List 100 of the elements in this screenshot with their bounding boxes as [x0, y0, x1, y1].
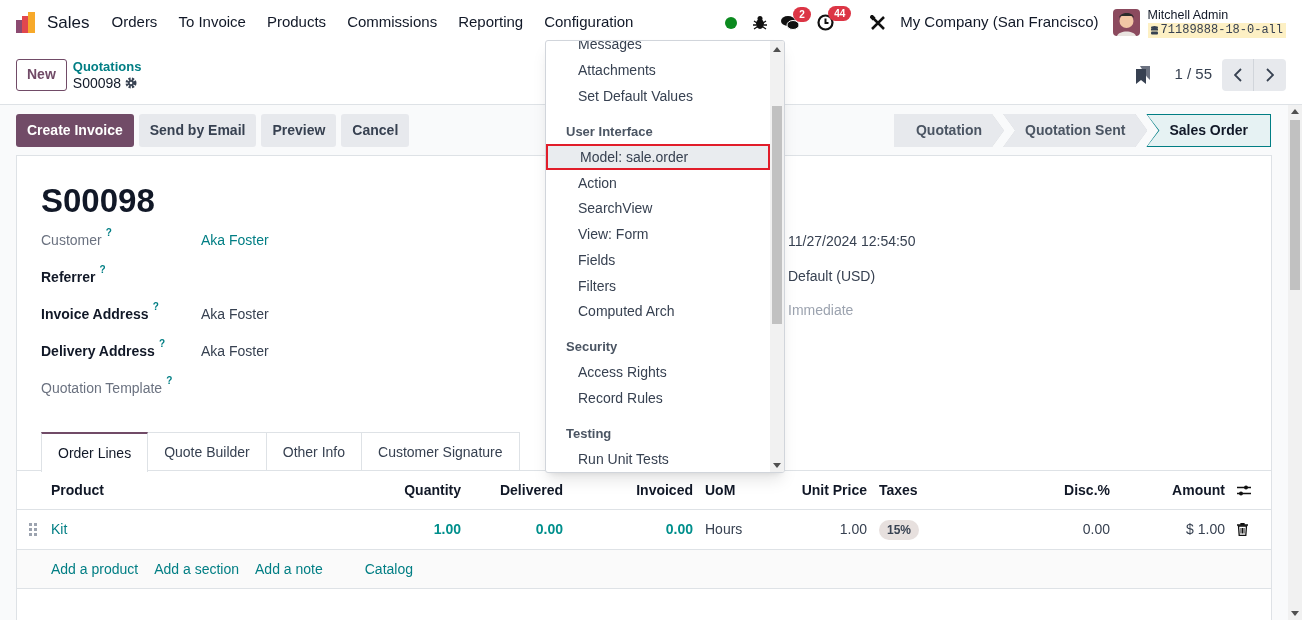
notebook-tab[interactable]: Other Info	[266, 432, 363, 471]
app-logo-icon[interactable]	[15, 11, 37, 34]
app-name[interactable]: Sales	[47, 9, 90, 36]
menu-item[interactable]: Reporting	[458, 11, 524, 34]
user-name[interactable]: Mitchell Admin	[1147, 7, 1286, 23]
field-label: Delivery Address	[41, 342, 155, 361]
column-header[interactable]: Disc.%	[1064, 481, 1110, 498]
column-header[interactable]: UoM	[705, 481, 736, 498]
menu-item[interactable]: To Invoice	[178, 11, 246, 34]
pager-value[interactable]: 1 / 55	[1174, 63, 1212, 86]
menu-scrollbar[interactable]	[770, 41, 784, 472]
menu-item[interactable]: Configuration	[544, 11, 634, 34]
help-icon[interactable]: ?	[99, 264, 106, 276]
menu-item[interactable]: Record Rules	[546, 385, 770, 412]
status-step[interactable]: Quotation	[893, 114, 1005, 147]
menu-section-header: User Interface	[565, 122, 654, 141]
status-step[interactable]: Sales Order	[1146, 114, 1271, 147]
table-cell-text: 1.00	[839, 520, 867, 539]
next-button[interactable]	[1254, 58, 1286, 91]
column-header[interactable]: Invoiced	[636, 481, 693, 498]
help-icon[interactable]: ?	[158, 338, 165, 350]
bug-icon[interactable]	[753, 15, 768, 30]
table-cell-text: 0.00	[1082, 520, 1110, 539]
help-icon[interactable]: ?	[105, 227, 112, 239]
field-label: Customer	[41, 231, 102, 250]
menu-item[interactable]: Action	[546, 170, 770, 196]
menu-item[interactable]: Filters	[546, 273, 770, 300]
help-icon[interactable]: ?	[152, 301, 159, 313]
notebook-tab[interactable]: Customer Signature	[362, 432, 520, 471]
bookmark-icon[interactable]	[1136, 65, 1151, 84]
previous-button[interactable]	[1222, 58, 1254, 91]
status-step[interactable]: Quotation Sent	[1003, 114, 1148, 147]
add-line-link[interactable]: Add a section	[154, 558, 239, 580]
menu-item[interactable]: View: Form	[546, 221, 770, 248]
record-title: S00098	[41, 181, 155, 221]
column-header[interactable]: Product	[51, 481, 104, 498]
add-line-link[interactable]: Catalog	[364, 558, 413, 580]
table-cell-text: 0.00	[665, 520, 693, 539]
menu-section-header: Testing	[565, 424, 613, 443]
column-header[interactable]: Unit Price	[801, 481, 867, 498]
customer-link[interactable]: Aka Foster	[201, 230, 269, 251]
notebook-tab[interactable]: Quote Builder	[148, 432, 267, 471]
avatar-icon[interactable]	[1112, 9, 1140, 36]
table-cell-text: Hours	[705, 520, 743, 539]
column-header[interactable]: Quantity	[404, 481, 461, 498]
menu-section-header: Security	[565, 338, 619, 357]
clock-icon[interactable]	[817, 14, 835, 31]
scrollbar-thumb[interactable]	[772, 106, 782, 324]
record-name: S00098	[72, 74, 122, 91]
field-label: Quotation Template	[41, 379, 163, 398]
chevron-right-icon	[1266, 67, 1274, 82]
action-button[interactable]: Send by Email	[138, 114, 257, 147]
chevron-left-icon	[1233, 67, 1242, 82]
menu-item[interactable]: Run Unit Tests	[546, 446, 770, 472]
delete-icon[interactable]	[1237, 523, 1248, 536]
gear-icon[interactable]	[125, 76, 138, 89]
notification-badge: 44	[828, 6, 852, 21]
notebook-tab[interactable]: Order Lines	[41, 432, 149, 472]
action-button[interactable]: Cancel	[341, 114, 410, 147]
product-link[interactable]: Kit	[51, 519, 68, 540]
breadcrumb-link[interactable]: Quotations	[72, 58, 142, 75]
menu-item[interactable]: Orders	[111, 11, 158, 34]
column-settings-icon[interactable]	[1237, 483, 1251, 497]
scroll-up-icon[interactable]	[1291, 109, 1299, 114]
tax-tag: 15%	[879, 519, 920, 540]
database-icon	[1150, 25, 1158, 35]
scroll-down-icon[interactable]	[1291, 611, 1299, 616]
column-header[interactable]: Amount	[1172, 481, 1225, 498]
scroll-down-icon[interactable]	[773, 463, 781, 468]
menu-item[interactable]: Computed Arch	[546, 299, 770, 325]
table-cell-text: 1.00	[433, 520, 461, 539]
add-line-link[interactable]: Add a note	[255, 558, 323, 580]
database-badge: 71189888-18-0-all	[1147, 22, 1286, 38]
field-value: Aka Foster	[201, 342, 269, 361]
menu-item[interactable]: Attachments	[546, 57, 770, 84]
add-line-link[interactable]: Add a product	[51, 558, 139, 580]
field-label: Referrer	[41, 268, 96, 287]
table-cell-text: 0.00	[535, 520, 563, 539]
menu-item[interactable]: Fields	[546, 247, 770, 274]
company-name[interactable]: My Company (San Francisco)	[900, 11, 1099, 34]
action-button[interactable]: Preview	[261, 114, 337, 147]
menu-item[interactable]: Set Default Values	[546, 83, 770, 110]
drag-handle-icon[interactable]	[29, 523, 38, 536]
action-button[interactable]: Create Invoice	[16, 114, 134, 147]
column-header[interactable]: Delivered	[499, 481, 563, 498]
page-scrollbar[interactable]	[1288, 105, 1302, 620]
new-button[interactable]: New	[16, 58, 67, 91]
scroll-up-icon[interactable]	[773, 47, 781, 52]
menu-item[interactable]: Commissions	[347, 11, 438, 34]
field-label: Invoice Address	[41, 305, 149, 324]
notification-badge: 2	[793, 6, 811, 22]
menu-item[interactable]: SearchView	[546, 196, 770, 222]
menu-item[interactable]: Products	[266, 11, 327, 34]
column-header[interactable]: Taxes	[879, 481, 918, 498]
menu-item[interactable]: Access Rights	[546, 359, 770, 386]
menu-item[interactable]: Model: sale.order	[546, 144, 770, 171]
field-value: Aka Foster	[201, 305, 269, 324]
table-cell-text: $ 1.00	[1186, 520, 1225, 539]
scrollbar-thumb[interactable]	[1290, 120, 1300, 290]
help-icon[interactable]: ?	[166, 375, 173, 387]
